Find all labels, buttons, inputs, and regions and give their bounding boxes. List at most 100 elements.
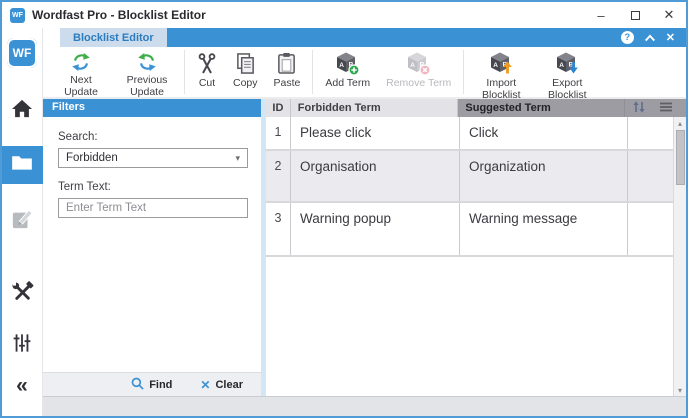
previous-update-label: Previous Update [122,74,172,99]
vertical-scrollbar[interactable]: ▴ ▾ [673,117,686,396]
maximize-icon [631,11,640,20]
extra-cell [628,117,673,149]
term-text-input[interactable] [58,198,248,218]
add-term-button[interactable]: A B Add Term [317,47,378,97]
toolbar: Next Update Previous Update [43,47,686,99]
clear-button[interactable]: ✕ Clear [200,378,243,392]
import-blocklist-icon: A B [489,51,514,76]
sidebar-item-editor[interactable] [2,202,43,240]
suggested-term-cell[interactable]: Click [460,117,628,149]
forbidden-term-cell[interactable]: Please click [291,117,460,149]
sidebar-item-projects[interactable] [2,146,43,184]
tools-icon [11,281,34,309]
tab-bar: Blocklist Editor ? ✕ [43,28,686,47]
table-header-row: ID Forbidden Term Suggested Term [266,99,686,117]
sidebar-item-tools[interactable] [2,276,43,314]
app-logo-icon: WF [10,8,25,23]
id-cell: 2 [266,151,291,201]
suggested-term-cell[interactable]: Organization [460,151,628,201]
svg-text:A: A [340,62,345,69]
export-blocklist-icon: A B [555,51,580,76]
window-title: Wordfast Pro - Blocklist Editor [32,8,206,22]
column-header-id[interactable]: ID [266,99,291,117]
close-button[interactable]: ✕ [652,2,686,28]
toolbar-separator [184,50,185,94]
table-row: 1 Please click Click [266,117,673,151]
status-bar [43,396,686,416]
find-button[interactable]: Find [131,377,172,393]
refresh-previous-icon [136,51,158,73]
add-term-label: Add Term [325,77,370,89]
sidebar-item-home[interactable] [2,92,43,130]
collapse-panel-button[interactable] [644,29,656,47]
find-label: Find [149,379,172,391]
table-empty-area [266,257,673,396]
scroll-up-button[interactable]: ▴ [678,117,682,129]
sidebar: WF [2,28,43,416]
close-tab-button[interactable]: ✕ [666,31,675,44]
sidebar-item-preferences[interactable] [2,326,43,364]
tab-blocklist-editor[interactable]: Blocklist Editor [60,28,167,47]
search-icon [131,377,144,393]
filters-footer: Find ✕ Clear [43,372,261,396]
table-row: 2 Organisation Organization [266,151,673,203]
term-text-label: Term Text: [58,181,248,193]
search-label: Search: [58,131,248,143]
copy-button[interactable]: Copy [225,47,266,97]
minimize-button[interactable]: – [584,2,618,28]
folder-icon [11,154,33,176]
svg-text:A: A [559,62,564,69]
scrollbar-thumb[interactable] [676,130,685,185]
svg-text:A: A [411,62,416,69]
id-cell: 1 [266,117,291,149]
paste-label: Paste [274,77,301,89]
search-dropdown[interactable]: Forbidden ▾ [58,148,248,168]
suggested-term-cell[interactable]: Warning message [460,203,628,255]
sort-icon[interactable] [632,101,646,116]
app-window: WF Wordfast Pro - Blocklist Editor – ✕ W… [0,0,688,418]
clear-label: Clear [215,379,243,391]
cut-button[interactable]: Cut [189,47,225,97]
edit-icon [11,208,33,235]
next-update-button[interactable]: Next Update [48,47,114,97]
cut-label: Cut [199,77,215,89]
next-update-label: Next Update [56,74,106,99]
collapse-chevrons-icon: « [16,375,28,396]
paste-button[interactable]: Paste [266,47,309,97]
extra-cell [628,203,673,255]
help-button[interactable]: ? [621,31,634,44]
copy-label: Copy [233,77,258,89]
blocklist-table: ID Forbidden Term Suggested Term [266,99,686,396]
toolbar-separator [463,50,464,94]
toolbar-separator [312,50,313,94]
paste-icon [276,51,297,76]
table-row: 3 Warning popup Warning message [266,203,673,257]
tab-bar-spacer [43,28,60,47]
add-term-icon: A B [335,51,360,76]
search-dropdown-value: Forbidden [66,152,118,164]
table-header-tools [625,99,686,117]
column-header-forbidden-term[interactable]: Forbidden Term [291,99,459,117]
chevron-down-icon: ▾ [235,153,240,164]
column-menu-icon[interactable] [659,102,673,115]
forbidden-term-cell[interactable]: Warning popup [291,203,460,255]
copy-icon [235,51,256,76]
scroll-down-button[interactable]: ▾ [678,384,682,396]
maximize-button[interactable] [618,2,652,28]
export-blocklist-button[interactable]: A B Export Blocklist [534,47,600,97]
filters-panel: Filters Search: Forbidden ▾ Term Text: [43,99,261,396]
sidebar-collapse-button[interactable]: « [2,366,43,404]
remove-term-icon: A B [406,51,431,76]
refresh-next-icon [70,51,92,73]
home-icon [11,99,33,124]
scissors-icon [197,51,217,76]
previous-update-button[interactable]: Previous Update [114,47,180,97]
column-header-suggested-term[interactable]: Suggested Term [458,99,625,117]
import-blocklist-button[interactable]: A B Import Blocklist [468,47,534,97]
forbidden-term-cell[interactable]: Organisation [291,151,460,201]
remove-term-button[interactable]: A B Remove Term [378,47,459,97]
title-bar: WF Wordfast Pro - Blocklist Editor – ✕ [2,2,686,28]
id-cell: 3 [266,203,291,255]
window-controls: – ✕ [584,2,686,28]
sliders-icon [12,333,32,358]
